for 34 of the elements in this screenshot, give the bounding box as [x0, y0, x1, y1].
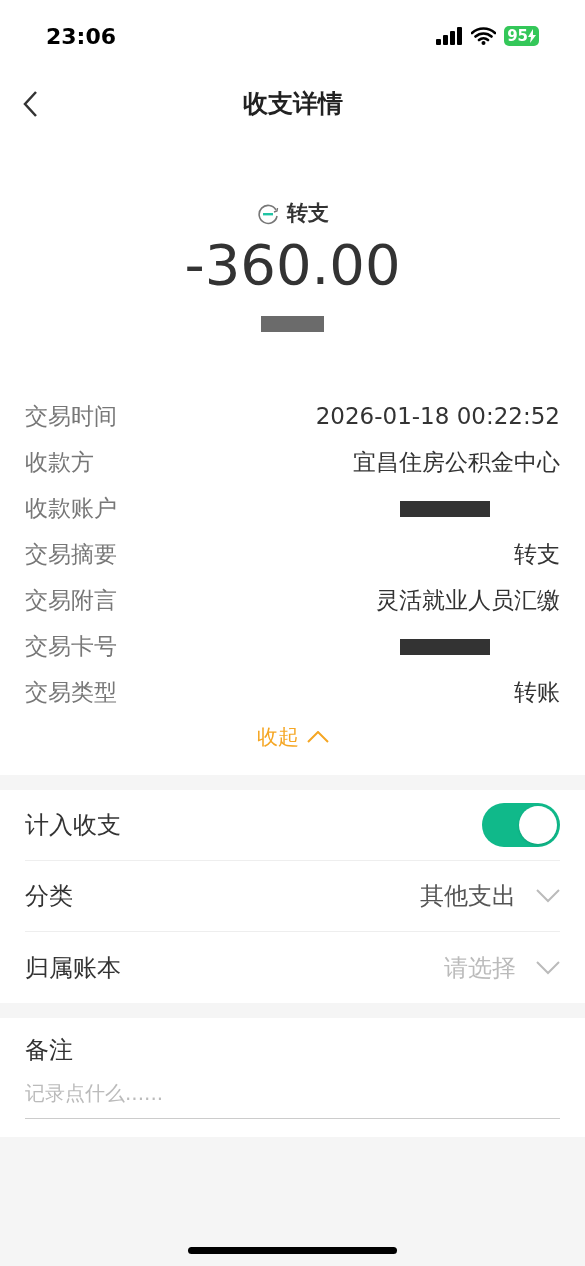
- wifi-icon: [471, 27, 497, 45]
- page-title: 收支详情: [242, 88, 343, 121]
- chevron-down-icon: [536, 889, 560, 903]
- select-placeholder[interactable]: 请选择: [444, 949, 516, 986]
- detail-label: 收款方: [25, 448, 94, 478]
- back-button[interactable]: [22, 90, 38, 118]
- detail-label: 交易附言: [25, 586, 117, 616]
- detail-label: 收款账户: [25, 494, 117, 524]
- detail-value: 2026-01-18 00:22:52: [315, 402, 560, 432]
- setting-label: 归属账本: [25, 952, 121, 984]
- setting-label: 计入收支: [25, 810, 121, 841]
- detail-value: 灵活就业人员汇缴: [376, 586, 560, 616]
- detail-value: 转支: [514, 540, 560, 570]
- signal-icon: [436, 27, 464, 45]
- toggle-switch[interactable]: [482, 803, 560, 847]
- battery-indicator: 95: [504, 26, 539, 46]
- transaction-type: 转支: [286, 200, 329, 227]
- redaction-mark: [261, 315, 324, 332]
- select-value[interactable]: 其他支出: [420, 878, 516, 914]
- note-field[interactable]: 记录点什么......: [25, 1078, 560, 1119]
- detail-label: 交易卡号: [25, 632, 117, 662]
- note-label: 备注: [25, 1035, 74, 1066]
- detail-value: 转账: [514, 678, 560, 708]
- chevron-up-icon: [306, 731, 329, 744]
- setting-label: 分类: [25, 881, 73, 912]
- status-time: 23:06: [46, 22, 117, 51]
- detail-label: 交易类型: [25, 678, 117, 708]
- amount: -360.00: [184, 231, 401, 298]
- transfer-icon: [256, 202, 279, 225]
- detail-label: 交易摘要: [25, 540, 117, 570]
- detail-label: 交易时间: [25, 402, 117, 432]
- chevron-down-icon: [536, 960, 560, 975]
- detail-value: 宜昌住房公积金中心: [353, 448, 560, 478]
- collapse-link[interactable]: 收起: [256, 721, 329, 753]
